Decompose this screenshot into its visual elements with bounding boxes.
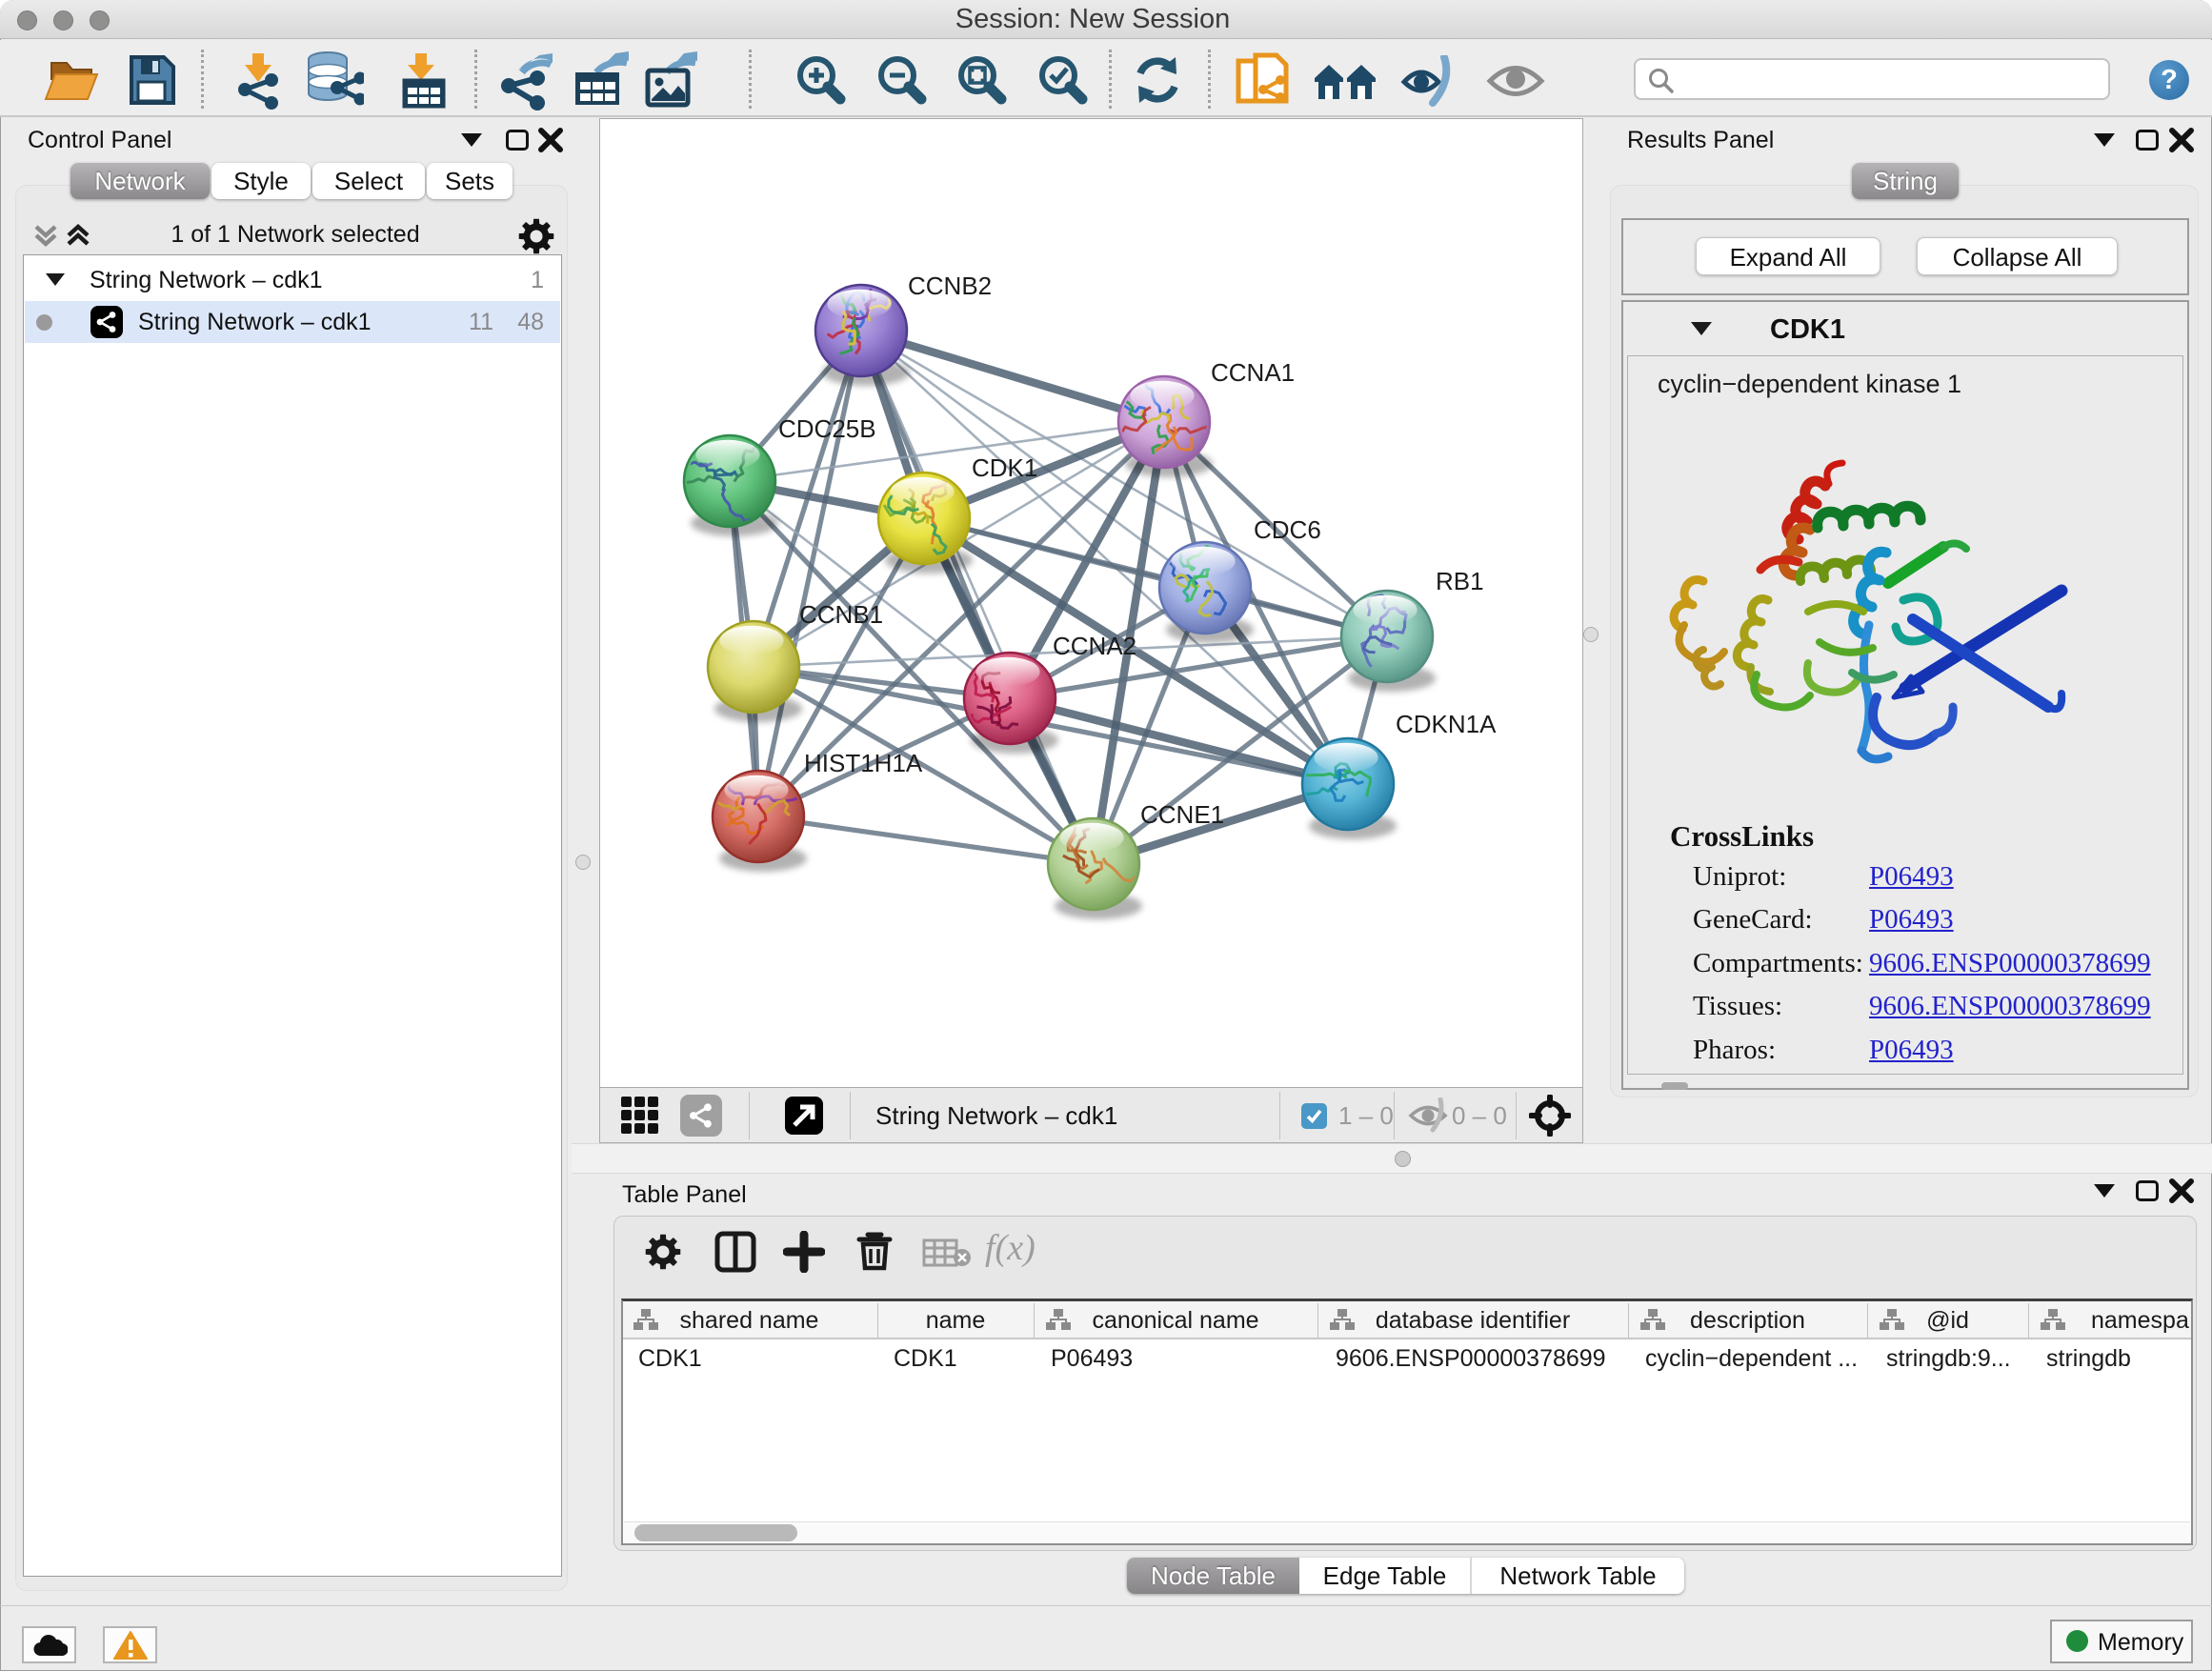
svg-text:CDK1: CDK1 — [972, 453, 1037, 482]
svg-text:CCNE1: CCNE1 — [1140, 800, 1224, 829]
svg-text:HIST1H1A: HIST1H1A — [804, 749, 923, 777]
svg-text:CCNA2: CCNA2 — [1053, 632, 1136, 660]
svg-text:CCNA1: CCNA1 — [1211, 358, 1295, 387]
svg-text:CCNB1: CCNB1 — [799, 600, 883, 629]
svg-text:CCNB2: CCNB2 — [908, 272, 992, 300]
svg-text:RB1: RB1 — [1436, 567, 1484, 595]
svg-text:CDKN1A: CDKN1A — [1396, 710, 1497, 738]
svg-text:CDC6: CDC6 — [1254, 515, 1321, 544]
svg-text:CDC25B: CDC25B — [778, 414, 876, 443]
